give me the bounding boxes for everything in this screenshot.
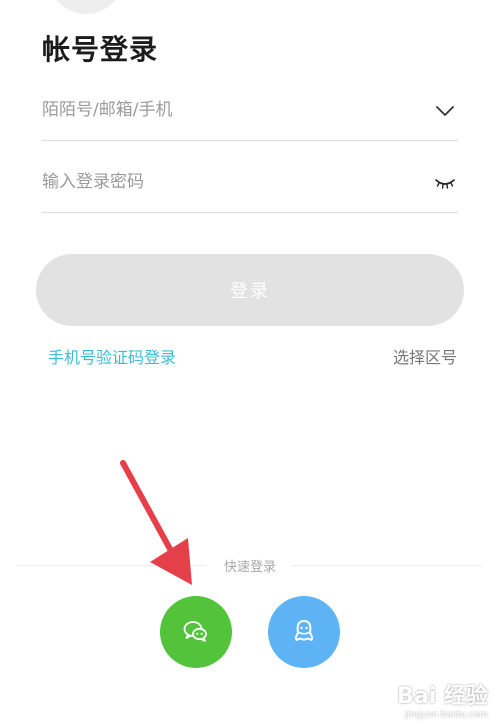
avatar[interactable] bbox=[48, 0, 124, 14]
quick-login-label: 快速登录 bbox=[223, 560, 276, 575]
qq-icon bbox=[295, 619, 313, 641]
watermark: Bai 经验 jingyan.baidu.com bbox=[397, 678, 488, 720]
account-input[interactable] bbox=[42, 94, 412, 126]
account-field bbox=[42, 80, 458, 141]
watermark-logo: Bai 经验 bbox=[397, 684, 488, 709]
watermark-url: jingyan.baidu.com bbox=[404, 710, 488, 720]
sms-login-link[interactable]: 手机号验证码登录 bbox=[48, 344, 176, 368]
qq-login-button[interactable] bbox=[268, 596, 340, 668]
password-field bbox=[42, 152, 458, 213]
login-button[interactable]: 登录 bbox=[36, 254, 464, 326]
page-title: 帐号登录 bbox=[42, 33, 159, 66]
eye-closed-icon[interactable] bbox=[434, 172, 456, 194]
select-region-link[interactable]: 选择区号 bbox=[393, 344, 457, 368]
password-input[interactable] bbox=[42, 166, 412, 198]
divider bbox=[292, 565, 482, 566]
chevron-down-icon[interactable] bbox=[434, 100, 456, 122]
wechat-login-button[interactable] bbox=[160, 596, 232, 668]
wechat-icon bbox=[183, 621, 207, 642]
divider bbox=[16, 565, 206, 566]
